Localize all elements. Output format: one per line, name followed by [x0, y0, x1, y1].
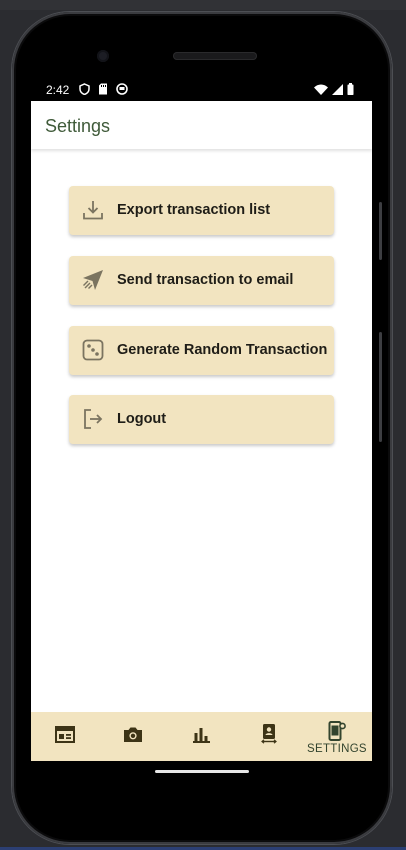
app-bar: Settings — [31, 101, 372, 149]
send-transaction-email-label: Send transaction to email — [117, 272, 294, 288]
gesture-home-bar[interactable] — [155, 770, 249, 773]
generate-random-transaction-label: Generate Random Transaction — [117, 342, 328, 358]
logout-icon — [81, 407, 105, 431]
download-icon — [81, 198, 105, 222]
status-bar: 2:42 — [31, 79, 372, 101]
settings-content: Export transaction list Send transaction… — [31, 150, 372, 712]
status-time: 2:42 — [46, 83, 70, 97]
backdrop-band — [0, 0, 406, 10]
nav-settings-label: SETTINGS — [307, 743, 367, 755]
circle-face-icon — [116, 83, 128, 98]
front-camera — [97, 50, 109, 62]
shield-icon — [79, 83, 90, 98]
export-transaction-list-button[interactable]: Export transaction list — [69, 186, 334, 235]
battery-icon — [347, 83, 354, 98]
nav-item-transfer[interactable] — [253, 712, 285, 761]
side-button-upper — [379, 202, 382, 260]
bar-chart-icon — [192, 726, 210, 748]
nav-item-statistics[interactable] — [185, 712, 217, 761]
status-icons-right — [314, 83, 354, 98]
nav-item-calendar[interactable] — [49, 712, 81, 761]
sd-card-icon — [98, 83, 108, 98]
nav-item-camera[interactable] — [117, 712, 149, 761]
earpiece-speaker — [173, 52, 257, 60]
wifi-icon — [314, 84, 328, 98]
bottom-navigation: SETTINGS — [31, 712, 372, 761]
export-transaction-list-label: Export transaction list — [117, 202, 271, 218]
side-button-volume — [379, 332, 382, 442]
camera-icon — [123, 726, 143, 748]
status-icons-left — [79, 83, 128, 98]
signal-icon — [332, 83, 343, 98]
logout-label: Logout — [117, 411, 167, 427]
logout-button[interactable]: Logout — [69, 395, 334, 444]
calendar-table-icon — [55, 725, 75, 748]
send-transaction-email-button[interactable]: Send transaction to email — [69, 256, 334, 305]
generate-random-transaction-button[interactable]: Generate Random Transaction — [69, 326, 334, 375]
book-transfer-icon — [261, 723, 277, 750]
page-title: Settings — [45, 116, 111, 136]
send-icon — [81, 268, 105, 292]
dice-icon — [81, 338, 105, 362]
device-screen: 2:42 Settings Export transaction list Se… — [31, 79, 372, 761]
